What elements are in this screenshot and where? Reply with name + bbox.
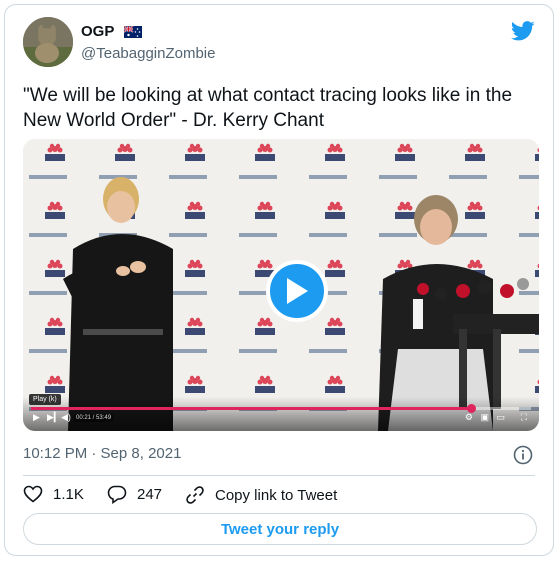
tweet-your-reply-button[interactable]: Tweet your reply <box>23 513 537 545</box>
like-button[interactable]: 1.1K <box>23 485 84 503</box>
tweet-timestamp[interactable]: 10:12 PM · Sep 8, 2021 <box>23 445 181 462</box>
link-icon <box>186 486 204 504</box>
copy-link-label: Copy link to Tweet <box>215 486 338 504</box>
avatar[interactable] <box>23 17 73 67</box>
twitter-bird-icon[interactable] <box>510 21 535 46</box>
settings-gear-icon[interactable]: ⚙ <box>465 412 473 423</box>
volume-icon[interactable]: ◀) <box>61 412 71 423</box>
tweet-card: OGP @TeabagginZombie "We will be looking… <box>4 4 554 556</box>
tweet-text: "We will be looking at what contact trac… <box>23 85 513 131</box>
time-readout: 00:21 / 53:49 <box>73 414 115 422</box>
video-player[interactable]: Play (k) ▶ ▶▎ ◀) 00:21 / 53:49 ⚙ ▣ ▭ ⛶ <box>23 139 539 431</box>
handle[interactable]: @TeabagginZombie <box>81 45 215 62</box>
like-count: 1.1K <box>53 485 84 503</box>
reply-bubble-icon <box>107 485 127 504</box>
display-name[interactable]: OGP <box>81 23 143 42</box>
play-small-icon[interactable]: ▶ <box>33 412 40 423</box>
info-icon[interactable] <box>513 445 533 470</box>
australia-flag-icon <box>123 25 143 42</box>
copy-link-button[interactable]: Copy link to Tweet <box>185 485 337 505</box>
video-controls: ▶ ▶▎ ◀) 00:21 / 53:49 ⚙ ▣ ▭ ⛶ <box>23 397 539 431</box>
captions-icon[interactable]: ▣ <box>480 412 489 423</box>
display-name-text[interactable]: OGP <box>81 23 114 40</box>
heart-icon <box>23 485 43 503</box>
progress-bar[interactable] <box>31 404 531 413</box>
play-icon <box>287 278 308 304</box>
reply-count: 247 <box>137 486 163 503</box>
next-icon[interactable]: ▶▎ <box>47 412 61 423</box>
divider <box>23 475 535 476</box>
reply-action[interactable]: 247 <box>107 485 162 504</box>
progress-fill <box>31 407 471 410</box>
fullscreen-icon[interactable]: ⛶ <box>521 412 527 423</box>
pip-icon[interactable]: ▭ <box>496 412 505 423</box>
play-button[interactable] <box>266 260 328 322</box>
